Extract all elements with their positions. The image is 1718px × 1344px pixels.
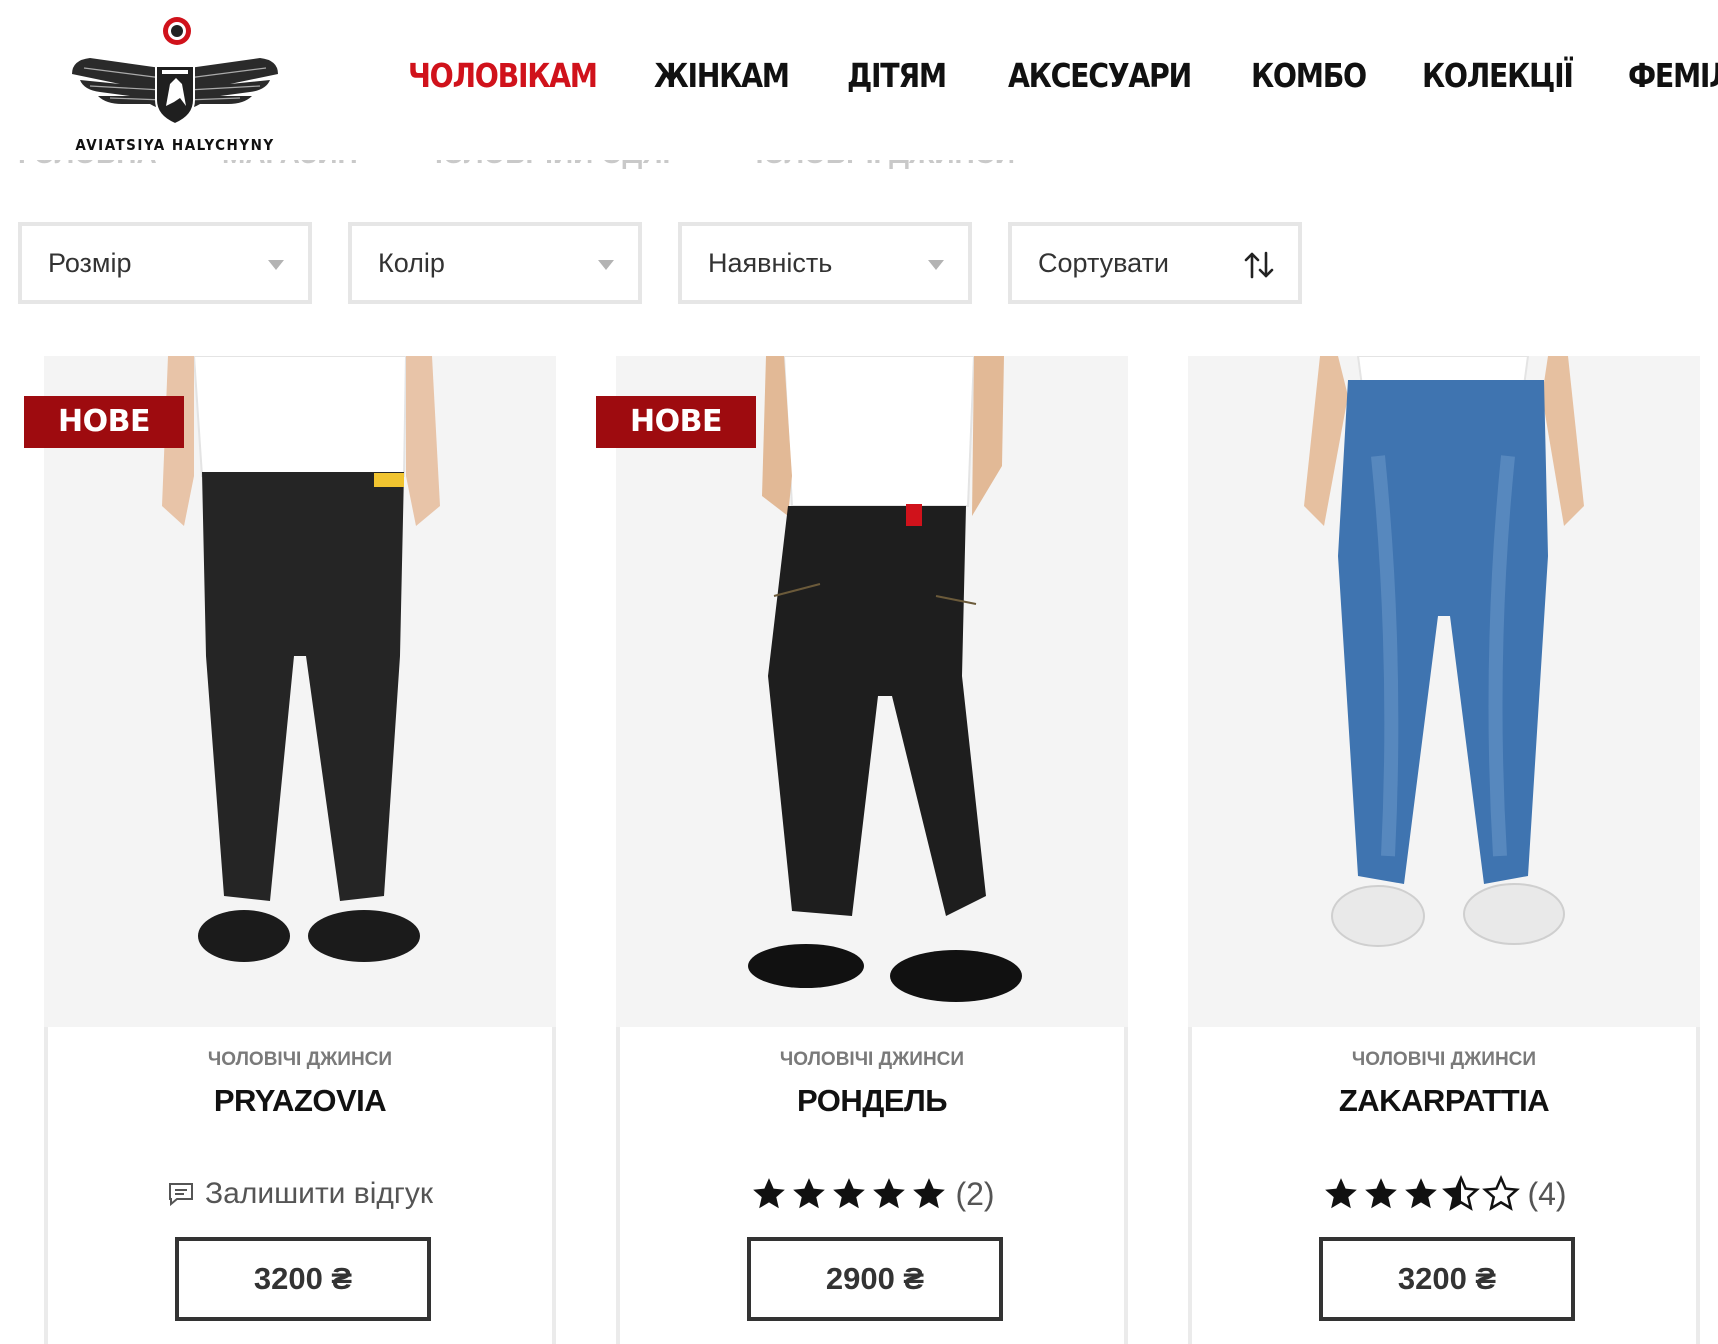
- color-filter-label: Колір: [378, 248, 445, 278]
- nav-item-family[interactable]: ФЕМІЛІ: [1628, 56, 1718, 95]
- product-photo: [1188, 356, 1700, 1027]
- star-full-icon: [1325, 1178, 1358, 1209]
- product-image[interactable]: [1188, 356, 1700, 1027]
- rating-row[interactable]: (2): [620, 1171, 1124, 1217]
- size-filter-label: Розмір: [48, 248, 132, 278]
- price-button[interactable]: 2900 ₴: [747, 1237, 1003, 1321]
- filter-bar: Розмір Колір Наявність Сортувати: [18, 222, 1338, 304]
- wings-icon: [72, 58, 278, 126]
- rating-row[interactable]: (4): [1192, 1171, 1696, 1217]
- caret-down-icon: [268, 260, 284, 270]
- availability-filter-dropdown[interactable]: Наявність: [678, 222, 972, 304]
- star-full-icon: [833, 1178, 866, 1209]
- sort-dropdown[interactable]: Сортувати: [1008, 222, 1302, 304]
- product-info: ЧОЛОВІЧІ ДЖИНСИ ZAKARPATTIA (4) 3200 ₴: [1188, 1027, 1700, 1344]
- star-empty-icon: [1482, 1175, 1521, 1211]
- star-full-icon: [1365, 1178, 1398, 1209]
- rating-count: (4): [1527, 1175, 1567, 1212]
- nav-item-accessories[interactable]: АКСЕСУАРИ: [1008, 56, 1192, 95]
- product-photo: [616, 356, 1128, 1027]
- product-photo: [44, 356, 556, 1027]
- caret-down-icon: [928, 260, 944, 270]
- star-full-icon: [793, 1178, 826, 1209]
- product-title[interactable]: РОНДЕЛЬ: [620, 1083, 1124, 1119]
- caret-down-icon: [598, 260, 614, 270]
- price-button[interactable]: 3200 ₴: [175, 1237, 431, 1321]
- new-badge: НОВЕ: [24, 396, 184, 448]
- nav-item-kids[interactable]: ДІТЯМ: [847, 56, 947, 95]
- sort-arrows-icon: [1244, 251, 1274, 279]
- product-card[interactable]: ЧОЛОВІЧІ ДЖИНСИ ZAKARPATTIA (4) 3200 ₴: [1188, 356, 1700, 1344]
- brand-name: AVIATSIYA HALYCHYNY: [75, 136, 275, 154]
- product-card[interactable]: НОВЕ ЧОЛОВІЧІ ДЖИНСИ РОНДЕЛЬ (2) 2900 ₴: [596, 356, 1128, 1344]
- price-button[interactable]: 3200 ₴: [1319, 1237, 1575, 1321]
- new-badge: НОВЕ: [596, 396, 756, 448]
- product-image[interactable]: [616, 356, 1128, 1027]
- star-full-icon: [913, 1178, 946, 1209]
- star-full-icon: [753, 1178, 786, 1209]
- product-title[interactable]: ZAKARPATTIA: [1192, 1083, 1696, 1119]
- site-header: AVIATSIYA HALYCHYNY ЧОЛОВІКАМ ЖІНКАМ ДІТ…: [0, 0, 1718, 160]
- product-category[interactable]: ЧОЛОВІЧІ ДЖИНСИ: [1192, 1049, 1696, 1071]
- product-card[interactable]: НОВЕ ЧОЛОВІЧІ ДЖИНСИ PRYAZOVIA Залишити …: [24, 356, 556, 1344]
- star-full-icon: [873, 1178, 906, 1209]
- nav-item-women[interactable]: ЖІНКАМ: [654, 56, 790, 95]
- roundel-icon: [163, 17, 191, 45]
- product-category[interactable]: ЧОЛОВІЧІ ДЖИНСИ: [48, 1049, 552, 1071]
- review-row[interactable]: Залишити відгук: [48, 1171, 552, 1217]
- availability-filter-label: Наявність: [708, 248, 833, 278]
- nav-item-men[interactable]: ЧОЛОВІКАМ: [408, 56, 598, 95]
- product-image[interactable]: [44, 356, 556, 1027]
- main-nav: ЧОЛОВІКАМ ЖІНКАМ ДІТЯМ АКСЕСУАРИ КОМБО К…: [408, 56, 1718, 95]
- product-category[interactable]: ЧОЛОВІЧІ ДЖИНСИ: [620, 1049, 1124, 1071]
- star-full-icon: [1405, 1178, 1438, 1209]
- comment-icon: [169, 1183, 194, 1207]
- product-info: ЧОЛОВІЧІ ДЖИНСИ PRYAZOVIA Залишити відгу…: [44, 1027, 556, 1344]
- product-title[interactable]: PRYAZOVIA: [48, 1083, 552, 1119]
- leave-review-link[interactable]: Залишити відгук: [205, 1177, 433, 1211]
- color-filter-dropdown[interactable]: Колір: [348, 222, 642, 304]
- nav-item-combo[interactable]: КОМБО: [1251, 56, 1367, 95]
- sort-label: Сортувати: [1038, 248, 1170, 278]
- brand-logo[interactable]: AVIATSIYA HALYCHYNY: [70, 16, 280, 154]
- nav-item-collections[interactable]: КОЛЕКЦІЇ: [1422, 56, 1574, 95]
- star-half-icon: [1442, 1175, 1481, 1211]
- rating-count: (2): [955, 1175, 995, 1212]
- product-info: ЧОЛОВІЧІ ДЖИНСИ РОНДЕЛЬ (2) 2900 ₴: [616, 1027, 1128, 1344]
- size-filter-dropdown[interactable]: Розмір: [18, 222, 312, 304]
